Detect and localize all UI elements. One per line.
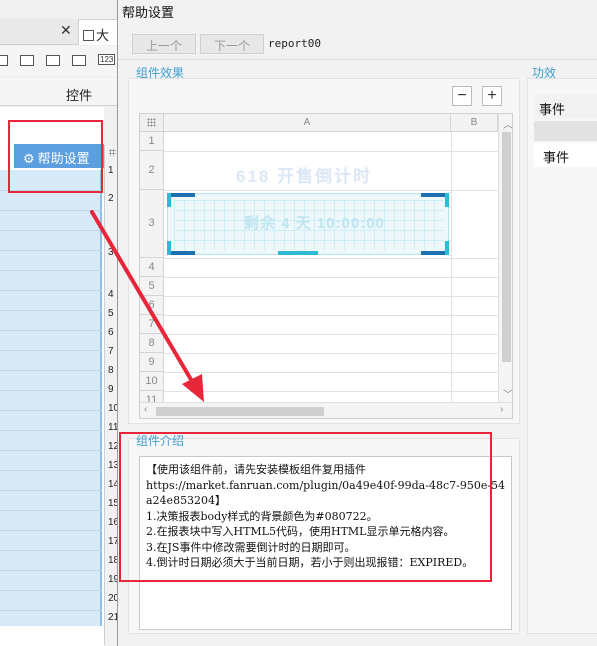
- selected-widget-area[interactable]: [0, 170, 102, 626]
- textbox-widget-icon[interactable]: [0, 55, 8, 66]
- zoom-out-button[interactable]: −: [452, 86, 472, 106]
- function-item-event[interactable]: 事件: [534, 95, 597, 119]
- countdown-widget-preview: 剩余 4 天 10:00:00: [167, 193, 449, 255]
- row-header[interactable]: 2: [140, 151, 164, 190]
- designer-tab[interactable]: 大屏: [78, 19, 120, 62]
- frame-corner: [445, 193, 449, 207]
- function-section-label: 功效: [532, 66, 557, 80]
- grip-icon: [147, 118, 156, 127]
- frame-corner: [445, 241, 449, 255]
- row-header[interactable]: 1: [140, 132, 164, 151]
- row-number: 6: [108, 327, 114, 338]
- frame-corner: [167, 193, 171, 207]
- horizontal-scroll-thumb[interactable]: [156, 407, 324, 416]
- row-header[interactable]: 5: [140, 277, 164, 296]
- row-number: 2: [108, 193, 114, 204]
- preview-spreadsheet[interactable]: A B 1 2 3 4 5 6 7 8 9 10 11 618 开售倒计时 剩余…: [139, 113, 513, 419]
- widget-toolbar: 123: [0, 46, 120, 76]
- dropdown-widget-icon[interactable]: [20, 55, 34, 66]
- row-number: 5: [108, 308, 114, 319]
- zoom-in-button[interactable]: +: [482, 86, 502, 106]
- scroll-up-icon[interactable]: ︿: [503, 116, 512, 131]
- dialog-title: 帮助设置: [122, 5, 175, 20]
- countdown-watermark: 剩余 4 天 10:00:00: [244, 215, 385, 232]
- countdown-title: 618 开售倒计时: [236, 167, 373, 186]
- vertical-scroll-thumb[interactable]: [502, 132, 511, 362]
- column-header[interactable]: B: [451, 114, 498, 132]
- controls-panel-header: 控件: [0, 78, 120, 106]
- row-header[interactable]: 4: [140, 258, 164, 277]
- next-button[interactable]: 下一个: [200, 34, 264, 54]
- number-widget-icon[interactable]: 123: [98, 54, 116, 65]
- frame-corner: [167, 193, 195, 197]
- row-number: 4: [108, 289, 114, 300]
- vertical-scrollbar[interactable]: ︿ ﹀: [498, 114, 512, 404]
- row-header[interactable]: 10: [140, 372, 164, 391]
- highlight-box-help-button: [8, 120, 103, 193]
- controls-label: 控件: [66, 88, 93, 103]
- column-header[interactable]: A: [164, 114, 451, 132]
- row-header[interactable]: 8: [140, 334, 164, 353]
- row-header[interactable]: 3: [140, 190, 164, 258]
- screen: ✕ 大屏 123 控件: [0, 0, 597, 646]
- scroll-left-icon[interactable]: ‹: [144, 404, 147, 415]
- row-number: 3: [108, 247, 114, 258]
- row-header[interactable]: 9: [140, 353, 164, 372]
- scroll-right-icon[interactable]: ›: [500, 404, 503, 415]
- designer-tab-bar: ✕ 大屏: [0, 19, 120, 62]
- grid-widget-icon[interactable]: [72, 55, 86, 66]
- highlight-box-intro: [119, 432, 492, 582]
- horizontal-scrollbar[interactable]: ‹ ›: [140, 402, 512, 418]
- row-number: 9: [108, 384, 114, 395]
- row-number: 7: [108, 346, 114, 357]
- frame-corner: [167, 241, 171, 255]
- date-widget-icon[interactable]: [46, 55, 60, 66]
- frame-corner: [167, 251, 195, 255]
- frame-accent: [278, 251, 318, 255]
- row-number: 8: [108, 365, 114, 376]
- row-number: 1: [108, 165, 114, 176]
- template-icon: [83, 30, 94, 41]
- dialog-nav-bar: 上一个 下一个 report00: [118, 28, 597, 60]
- scroll-down-icon[interactable]: ﹀: [503, 386, 512, 401]
- report-name: report00: [268, 37, 321, 50]
- row-header[interactable]: 6: [140, 296, 164, 315]
- function-item-blank[interactable]: [534, 121, 597, 141]
- sheet-corner: [140, 114, 164, 132]
- effect-section-label: 组件效果: [136, 66, 185, 80]
- row-header[interactable]: 7: [140, 315, 164, 334]
- grip-icon: [109, 149, 116, 156]
- function-item-event-selected[interactable]: 事件: [534, 143, 597, 167]
- prev-button[interactable]: 上一个: [132, 34, 196, 54]
- close-tab-icon[interactable]: ✕: [60, 22, 72, 39]
